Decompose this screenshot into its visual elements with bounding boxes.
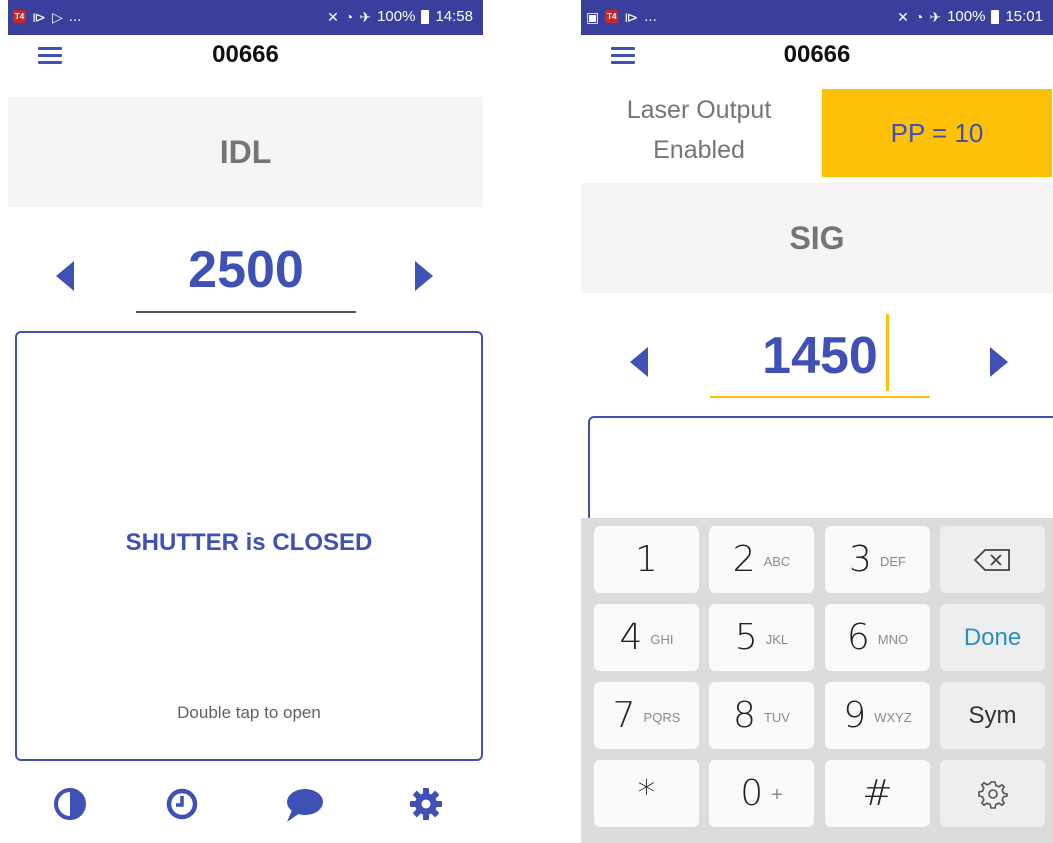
decrement-arrow-icon[interactable] — [56, 261, 74, 291]
battery-icon — [421, 9, 430, 24]
gear-icon[interactable] — [408, 786, 444, 822]
decrement-arrow-icon[interactable] — [630, 347, 648, 377]
increment-arrow-icon[interactable] — [990, 347, 1008, 377]
battery-icon — [991, 9, 1000, 24]
increment-arrow-icon[interactable] — [415, 261, 433, 291]
key-3[interactable]: 3 DEF — [825, 526, 930, 593]
value-underline — [136, 311, 356, 313]
status-more: ... — [68, 8, 82, 25]
value-field[interactable]: 1450 — [710, 326, 930, 386]
status-bar: T4 ⧐ ▷ ... ✕ ◔ ✈ 100% 14:58 — [8, 0, 483, 35]
wifi-icon: ◔ — [344, 8, 354, 25]
mute-icon: ✕ — [897, 8, 909, 25]
sym-key[interactable]: Sym — [940, 682, 1045, 749]
airplane-icon: ✈ — [929, 8, 942, 25]
page-title: 00666 — [783, 41, 851, 68]
key-6[interactable]: 6 MNO — [825, 604, 930, 671]
status-time: 14:58 — [435, 8, 473, 25]
play-icon: ▷ — [52, 8, 63, 25]
app-bar: 00666 — [8, 35, 483, 77]
mode-display: IDL — [8, 97, 483, 207]
numeric-keyboard: 1 2 ABC 3 DEF 4 GHI 5 JKL 6 MNO Done 7 PQRS 8T… — [581, 518, 1053, 843]
status-more: ... — [644, 8, 657, 25]
wifi-icon: ◔ — [914, 8, 924, 25]
page-title: 00666 — [212, 41, 279, 68]
right-screen: ▣ T4 ⧐ ... ✕ ◔ ✈ 100% 15:01 00666 Laser … — [581, 0, 1053, 843]
airplane-icon: ✈ — [359, 8, 372, 25]
mute-icon: ✕ — [327, 8, 339, 25]
cast-icon: ⧐ — [32, 8, 46, 25]
key-8[interactable]: 8 TUV — [709, 682, 814, 749]
battery-percent: 100% — [377, 8, 416, 25]
laser-status-line1: Laser Output — [626, 96, 772, 124]
status-time: 15:01 — [1005, 8, 1043, 25]
t4-app-icon: T4 — [605, 10, 619, 23]
key-4[interactable]: 4 GHI — [594, 604, 699, 671]
image-icon: ▣ — [586, 8, 600, 25]
bottom-nav — [8, 782, 483, 827]
key-hash[interactable]: # — [825, 760, 930, 827]
laser-status-line2: Enabled — [653, 136, 745, 164]
backspace-key[interactable] — [940, 526, 1045, 593]
key-asterisk[interactable]: * — [594, 760, 699, 827]
key-0[interactable]: 0 + — [709, 760, 814, 827]
app-bar: 00666 — [581, 35, 1053, 77]
t4-app-icon: T4 — [13, 10, 26, 23]
left-screen: T4 ⧐ ▷ ... ✕ ◔ ✈ 100% 14:58 00666 IDL 25… — [8, 0, 483, 843]
battery-percent: 100% — [947, 8, 986, 25]
done-key[interactable]: Done — [940, 604, 1045, 671]
chat-icon[interactable] — [284, 786, 323, 822]
key-2[interactable]: 2 ABC — [709, 526, 814, 593]
cast-icon: ⧐ — [624, 8, 639, 25]
laser-status: Laser Output Enabled — [581, 90, 817, 170]
shutter-hint: Double tap to open — [177, 703, 321, 722]
value-field[interactable]: 2500 — [136, 240, 356, 300]
clock-icon[interactable] — [164, 786, 200, 822]
key-1[interactable]: 1 — [594, 526, 699, 593]
pp-badge: PP = 10 — [822, 89, 1052, 177]
key-5[interactable]: 5 JKL — [709, 604, 814, 671]
mode-display: SIG — [581, 183, 1053, 293]
keyboard-settings-key[interactable] — [940, 760, 1045, 827]
settings-gear-icon — [977, 780, 1008, 809]
status-bar: ▣ T4 ⧐ ... ✕ ◔ ✈ 100% 15:01 — [581, 0, 1053, 35]
contrast-icon[interactable] — [52, 786, 88, 822]
shutter-panel[interactable]: SHUTTER is CLOSED Double tap to open — [15, 331, 483, 761]
key-7[interactable]: 7 PQRS — [594, 682, 699, 749]
backspace-icon — [973, 548, 1010, 571]
text-cursor — [886, 314, 889, 391]
shutter-state: SHUTTER is CLOSED — [125, 529, 373, 556]
key-9[interactable]: 9 WXYZ — [825, 682, 930, 749]
value-underline — [710, 396, 930, 398]
